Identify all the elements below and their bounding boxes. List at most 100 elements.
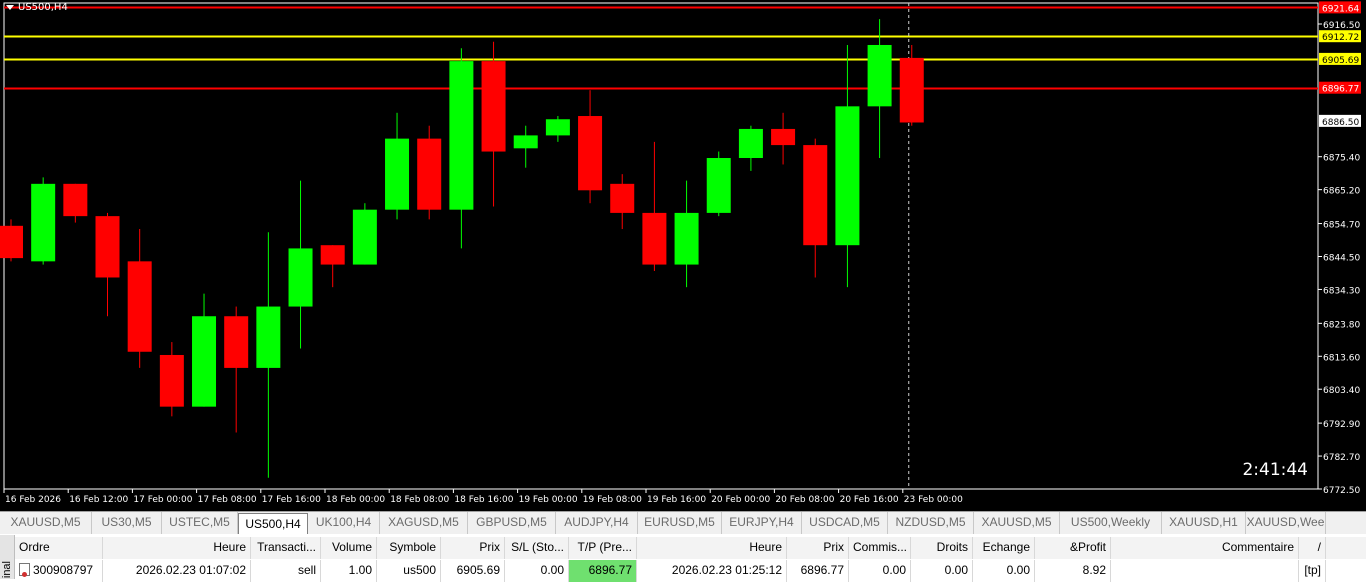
chart-tab[interactable]: EURUSD,M5 — [638, 512, 722, 534]
column-header[interactable]: Prix — [787, 537, 849, 559]
column-header[interactable]: Heure — [103, 537, 251, 559]
column-header[interactable]: Volume — [321, 537, 377, 559]
order-number: 300908797 — [33, 563, 94, 577]
candle-body[interactable] — [320, 245, 345, 265]
price-axis-label: 6854.70 — [1323, 221, 1360, 231]
terminal-side-strip[interactable]: inal — [0, 535, 15, 579]
price-axis-label: 6772.50 — [1323, 486, 1360, 496]
time-axis-label: 19 Feb 00:00 — [519, 495, 578, 505]
candle-body[interactable] — [513, 135, 538, 149]
candle-body[interactable] — [288, 248, 313, 307]
column-header[interactable]: / — [1299, 537, 1326, 559]
candle-body[interactable] — [642, 212, 667, 265]
time-axis-label: 18 Feb 00:00 — [326, 495, 385, 505]
candle-body[interactable] — [224, 316, 249, 368]
time-axis-label: 18 Feb 08:00 — [390, 495, 449, 505]
candle-body[interactable] — [127, 261, 152, 352]
column-header[interactable]: T/P (Pre... — [569, 537, 637, 559]
candle-body[interactable] — [417, 138, 442, 210]
candle-body[interactable] — [95, 216, 120, 278]
candle-body[interactable] — [771, 128, 796, 146]
candle-body[interactable] — [256, 306, 281, 368]
chart-tab[interactable]: NZDUSD,M5 — [888, 512, 974, 534]
candle-body[interactable] — [481, 61, 506, 152]
candlestick-chart[interactable]: 6916.50 6875.40 6865.20 6854.70 6844.50 6834.… — [0, 0, 1366, 511]
candle-body[interactable] — [192, 316, 217, 407]
candle-body[interactable] — [31, 183, 56, 262]
price-axis-label: 6916.50 — [1323, 21, 1360, 31]
chart-tab[interactable]: GBPUSD,M5 — [468, 512, 556, 534]
candle-body[interactable] — [738, 128, 763, 159]
terminal-side-label: inal — [1, 561, 13, 579]
candle-body[interactable] — [352, 209, 377, 265]
price-level-badge-label: 6912.72 — [1322, 33, 1359, 43]
candle-body[interactable] — [674, 212, 699, 265]
time-axis-label: 16 Feb 2026 — [5, 495, 61, 505]
chart-tab[interactable]: XAUUSD,H1 — [1162, 512, 1246, 534]
candle-body[interactable] — [835, 106, 860, 246]
candle-body[interactable] — [610, 183, 635, 213]
time-axis-label: 19 Feb 16:00 — [647, 495, 706, 505]
chart-area[interactable]: 6916.50 6875.40 6865.20 6854.70 6844.50 6834.… — [0, 0, 1366, 511]
chart-tab[interactable]: EURJPY,H4 — [722, 512, 802, 534]
chart-symbol-title[interactable]: US500,H4 — [6, 2, 68, 13]
column-header[interactable]: Prix — [441, 537, 505, 559]
chart-tab[interactable]: US500,Weekly — [1060, 512, 1162, 534]
column-header[interactable]: Commentaire — [1111, 537, 1299, 559]
time-axis-label: 20 Feb 00:00 — [711, 495, 770, 505]
price-level-badge-label: 6896.77 — [1322, 85, 1359, 95]
chart-tab[interactable]: US500,H4 — [238, 513, 308, 534]
chart-tab[interactable]: US30,M5 — [92, 512, 162, 534]
candle-body[interactable] — [385, 138, 410, 210]
price-axis-label: 6823.80 — [1323, 320, 1360, 330]
chart-tab[interactable]: AUDJPY,H4 — [556, 512, 638, 534]
time-axis-label: 19 Feb 08:00 — [583, 495, 642, 505]
chart-tab[interactable]: XAUUSD,M5 — [0, 512, 92, 534]
candle-body[interactable] — [545, 119, 570, 136]
column-header[interactable]: &Profit — [1035, 537, 1111, 559]
price-axis-label: 6844.50 — [1323, 253, 1360, 263]
candle-body[interactable] — [803, 145, 828, 246]
column-header[interactable]: Heure — [637, 537, 787, 559]
candle-body[interactable] — [159, 354, 184, 407]
time-axis-label: 20 Feb 16:00 — [840, 495, 899, 505]
chart-tab[interactable]: USDCAD,M5 — [802, 512, 888, 534]
price-axis-label: 6803.40 — [1323, 386, 1360, 396]
price-axis-label: 6865.20 — [1323, 187, 1360, 197]
column-header[interactable]: Commis... — [849, 537, 911, 559]
orders-header-row: Ordre Heure Transacti... Volume Symbole Prix S… — [15, 537, 1366, 559]
candle-body[interactable] — [449, 61, 474, 210]
price-level-badge-label: 6921.64 — [1322, 4, 1359, 14]
candle-body[interactable] — [867, 44, 892, 107]
column-header[interactable]: Symbole — [377, 537, 441, 559]
column-header[interactable]: Echange — [973, 537, 1035, 559]
price-axis-label: 6782.70 — [1323, 453, 1360, 463]
chart-tab[interactable]: UK100,H4 — [308, 512, 380, 534]
time-axis-label: 16 Feb 12:00 — [69, 495, 128, 505]
candle-body[interactable] — [706, 158, 731, 213]
column-header[interactable]: Transacti... — [251, 537, 321, 559]
time-axis-label: 17 Feb 16:00 — [262, 495, 321, 505]
chart-tab[interactable]: XAUUSD,M5 — [974, 512, 1060, 534]
candle-body[interactable] — [899, 57, 924, 123]
column-header[interactable]: S/L (Sto... — [505, 537, 569, 559]
price-level-badge-label: 6905.69 — [1322, 56, 1359, 66]
column-header[interactable]: Ordre — [15, 537, 103, 559]
chart-tab[interactable]: USTEC,M5 — [162, 512, 238, 534]
chart-tab[interactable]: XAGUSD,M5 — [380, 512, 468, 534]
current-price-label: 6886.50 — [1322, 118, 1359, 128]
time-axis-label: 18 Feb 16:00 — [454, 495, 513, 505]
time-axis-label: 17 Feb 08:00 — [198, 495, 257, 505]
bar-countdown: 2:41:44 — [1242, 460, 1308, 480]
orders-panel: inal Ordre Heure Transacti... Volume Symbole… — [0, 535, 1366, 582]
time-axis-label: 20 Feb 08:00 — [775, 495, 834, 505]
candle-body[interactable] — [63, 183, 88, 217]
candle-body[interactable] — [578, 116, 603, 191]
dropdown-triangle-icon[interactable] — [6, 5, 14, 10]
candle-body[interactable] — [0, 225, 23, 259]
chart-tab[interactable]: XAUUSD,Wee — [1246, 512, 1326, 534]
order-icon — [19, 563, 30, 577]
price-axis-label: 6813.60 — [1323, 353, 1360, 363]
column-header[interactable]: Droits — [911, 537, 973, 559]
chart-tabs-bar: XAUUSD,M5 US30,M5 USTEC,M5 US500,H4 UK100,H4… — [0, 511, 1366, 534]
